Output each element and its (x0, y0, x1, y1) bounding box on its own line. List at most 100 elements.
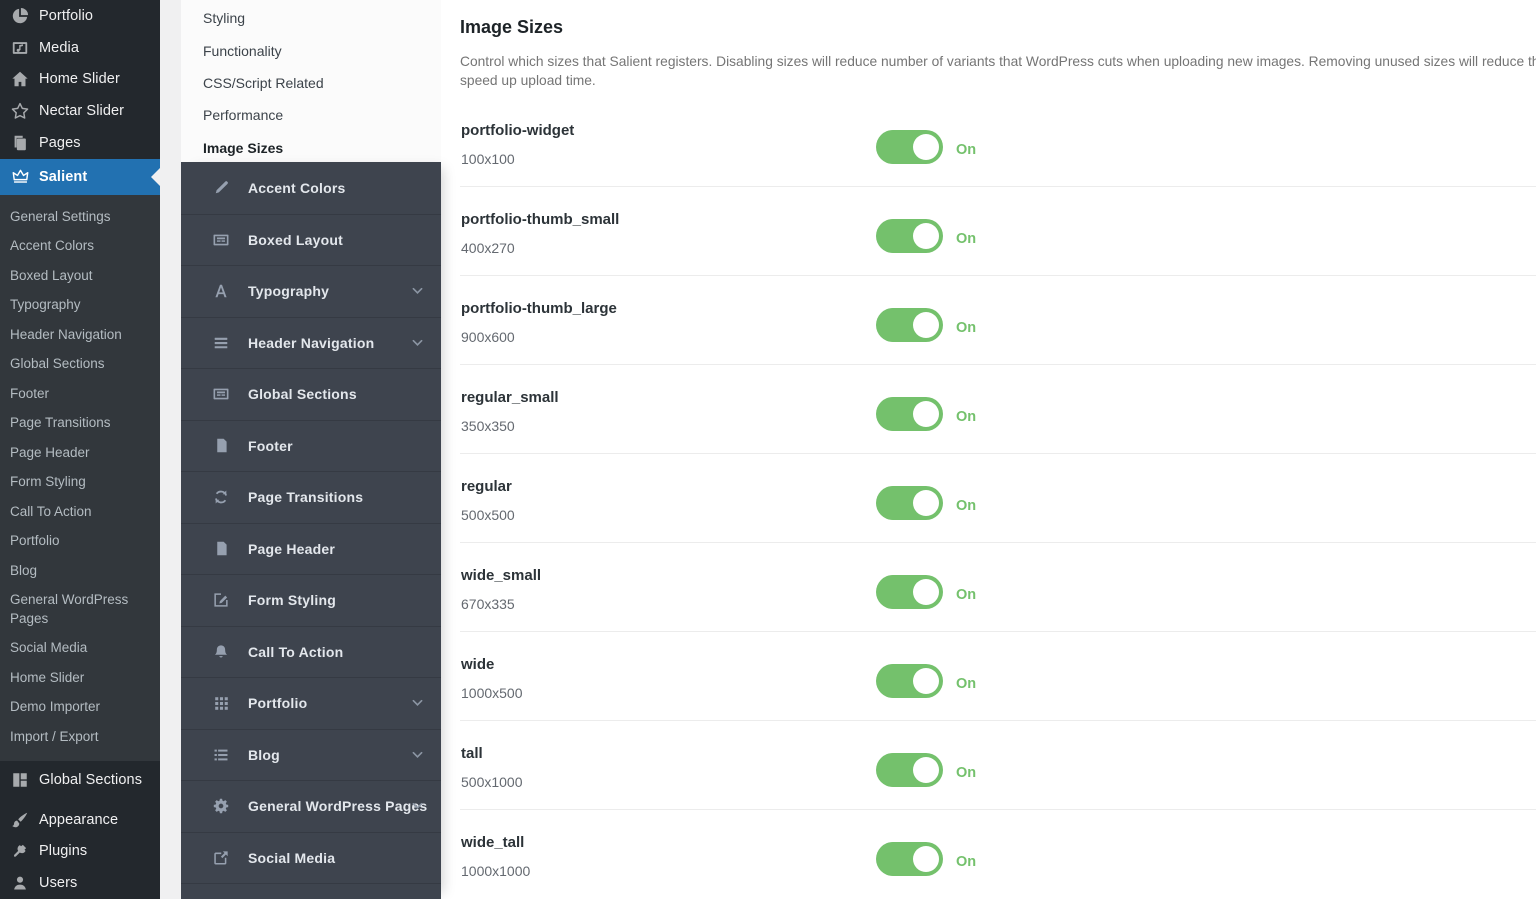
size-toggle-switch[interactable] (876, 664, 943, 698)
salient-submenu-item[interactable]: General WordPress Pages (0, 586, 160, 634)
section-page-transitions[interactable]: Page Transitions (181, 471, 441, 523)
image-size-dimensions: 350x350 (461, 418, 515, 434)
salient-submenu-item[interactable]: Page Header (0, 438, 160, 468)
salient-submenu-item[interactable]: Demo Importer (0, 693, 160, 723)
salient-submenu-item[interactable]: Form Styling (0, 468, 160, 498)
toggle-knob (913, 312, 939, 338)
description-line: speed up upload time. (460, 71, 1536, 90)
salient-submenu-item[interactable]: General Settings (0, 202, 160, 232)
toggle-state-label: On (956, 849, 976, 870)
boxed-layout-icon (211, 384, 231, 404)
salient-submenu-item[interactable]: Footer (0, 379, 160, 409)
section-label: Social Media (248, 850, 335, 866)
image-size-name: wide_small (461, 567, 541, 584)
image-size-row: portfolio-widget 100x100 On (460, 98, 1536, 187)
salient-submenu-item[interactable]: Accent Colors (0, 232, 160, 262)
image-size-row: wide_tall 1000x1000 On (460, 810, 1536, 899)
image-size-name: portfolio-thumb_small (461, 211, 619, 228)
section-form-styling[interactable]: Form Styling (181, 574, 441, 626)
section-label: Page Header (248, 541, 335, 557)
sidebar-item-media[interactable]: Media (0, 32, 160, 64)
image-size-row: tall 500x1000 On (460, 721, 1536, 810)
salient-submenu-item[interactable]: Social Media (0, 634, 160, 664)
image-size-name: wide_tall (461, 834, 524, 851)
section-page-header[interactable]: Page Header (181, 523, 441, 575)
section-accent-colors[interactable]: Accent Colors (181, 162, 441, 214)
sidebar-item-home-slider[interactable]: Home Slider (0, 63, 160, 95)
salient-submenu-item[interactable]: Typography (0, 291, 160, 321)
section-label: General WordPress Pages (248, 798, 427, 814)
section-boxed-layout[interactable]: Boxed Layout (181, 214, 441, 266)
salient-submenu: General Settings Accent Colors Boxed Lay… (0, 195, 160, 761)
layout-icon (10, 770, 30, 790)
size-toggle-switch[interactable] (876, 575, 943, 609)
section-header-navigation[interactable]: Header Navigation (181, 317, 441, 369)
sidebar-item-plugins[interactable]: Plugins (0, 836, 160, 868)
section-list-partial-row (181, 883, 441, 899)
sidebar-item-salient[interactable]: Salient (0, 159, 160, 196)
options-tab[interactable]: Functionality (181, 34, 441, 66)
salient-submenu-item[interactable]: Import / Export (0, 722, 160, 752)
salient-submenu-item[interactable]: Global Sections (0, 350, 160, 380)
salient-submenu-item[interactable]: Portfolio (0, 527, 160, 557)
image-size-dimensions: 500x1000 (461, 774, 523, 790)
edit-icon (211, 590, 231, 610)
options-tab[interactable]: CSS/Script Related (181, 67, 441, 99)
sidebar-item-label: Nectar Slider (39, 103, 124, 119)
section-general-wordpress-pages[interactable]: General WordPress Pages (181, 780, 441, 832)
image-size-name: portfolio-widget (461, 122, 574, 139)
sidebar-item-portfolio[interactable]: Portfolio (0, 0, 160, 32)
sidebar-item-users[interactable]: Users (0, 867, 160, 899)
share-icon (211, 848, 231, 868)
sidebar-item-label: Salient (39, 169, 87, 185)
size-toggle-switch[interactable] (876, 842, 943, 876)
salient-options-nav: Styling Functionality CSS/Script Related… (181, 0, 441, 899)
section-label: Page Transitions (248, 489, 363, 505)
typography-icon (211, 281, 231, 301)
section-blog[interactable]: Blog (181, 729, 441, 781)
section-label: Blog (248, 747, 280, 763)
size-toggle-switch[interactable] (876, 219, 943, 253)
toggle-knob (913, 579, 939, 605)
section-label: Typography (248, 283, 329, 299)
sidebar-item-nectar-slider[interactable]: Nectar Slider (0, 95, 160, 127)
section-global-sections[interactable]: Global Sections (181, 368, 441, 420)
size-toggle-switch[interactable] (876, 397, 943, 431)
image-size-name: portfolio-thumb_large (461, 300, 617, 317)
options-tab[interactable]: Performance (181, 99, 441, 131)
size-toggle-switch[interactable] (876, 486, 943, 520)
section-typography[interactable]: Typography (181, 265, 441, 317)
grid-icon (211, 693, 231, 713)
image-size-row: regular_small 350x350 On (460, 365, 1536, 454)
size-toggle-switch[interactable] (876, 308, 943, 342)
salient-submenu-item[interactable]: Call To Action (0, 497, 160, 527)
toggle-state-label: On (956, 137, 976, 158)
section-footer[interactable]: Footer (181, 420, 441, 472)
options-tab-list: Styling Functionality CSS/Script Related… (181, 0, 441, 162)
section-label: Boxed Layout (248, 232, 343, 248)
salient-submenu-item[interactable]: Boxed Layout (0, 261, 160, 291)
options-tab[interactable]: Image Sizes (181, 132, 441, 164)
image-size-dimensions: 1000x500 (461, 685, 523, 701)
toggle-state-label: On (956, 671, 976, 692)
sidebar-item-pages[interactable]: Pages (0, 127, 160, 159)
section-social-media[interactable]: Social Media (181, 832, 441, 884)
options-section-list: Accent Colors Boxed Layout Typography He… (181, 162, 441, 899)
toggle-knob (913, 223, 939, 249)
salient-submenu-item[interactable]: Header Navigation (0, 320, 160, 350)
wp-admin-sidebar: Portfolio Media Home Slider Nectar Slide… (0, 0, 160, 899)
options-tab[interactable]: Styling (181, 2, 441, 34)
toggle-group: On (876, 664, 976, 698)
section-label: Global Sections (248, 386, 357, 402)
section-call-to-action[interactable]: Call To Action (181, 626, 441, 678)
section-portfolio[interactable]: Portfolio (181, 677, 441, 729)
salient-submenu-item[interactable]: Blog (0, 556, 160, 586)
salient-submenu-item[interactable]: Home Slider (0, 663, 160, 693)
size-toggle-switch[interactable] (876, 130, 943, 164)
salient-submenu-item[interactable]: Page Transitions (0, 409, 160, 439)
toggle-group: On (876, 753, 976, 787)
sidebar-item-appearance[interactable]: Appearance (0, 804, 160, 836)
image-size-dimensions: 900x600 (461, 329, 515, 345)
sidebar-item-global-sections[interactable]: Global Sections (0, 764, 160, 796)
size-toggle-switch[interactable] (876, 753, 943, 787)
